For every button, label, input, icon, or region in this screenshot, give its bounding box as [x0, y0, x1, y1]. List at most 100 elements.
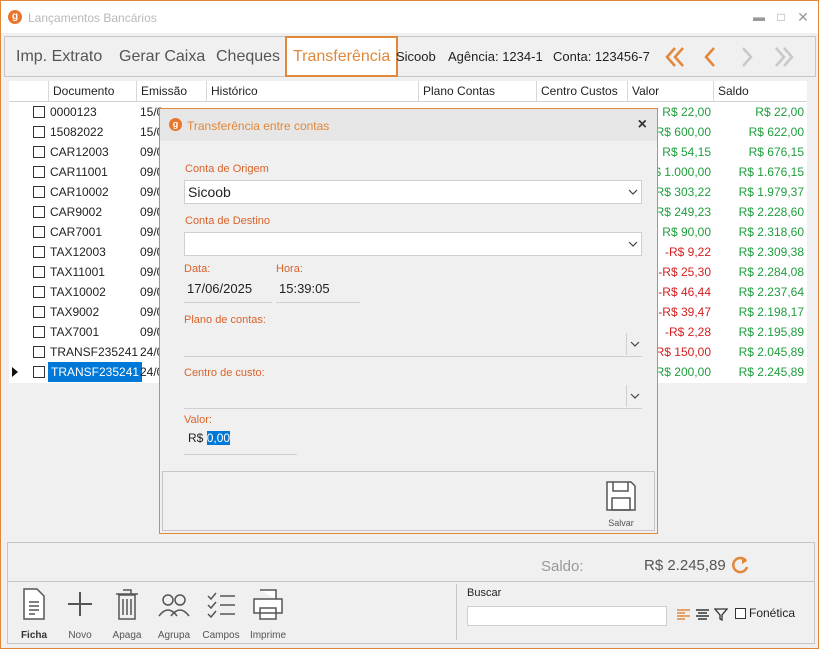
tab-transferencia[interactable]: Transferência [285, 36, 399, 77]
cell-documento: TRANSF235241 [50, 345, 139, 359]
saldo-label: Saldo: [541, 558, 584, 575]
row-checkbox[interactable] [33, 186, 45, 198]
toolbar: Imp. Extrato Gerar Caixa Cheques Transfe… [4, 36, 816, 77]
agrupa-button[interactable]: Agrupa [152, 586, 196, 642]
row-checkbox[interactable] [33, 306, 45, 318]
row-indicator-icon [12, 367, 18, 377]
col-valor[interactable]: Valor [627, 81, 713, 102]
plano-dropdown-button[interactable] [626, 333, 642, 355]
app-logo-icon: g [8, 10, 22, 24]
last-record-icon[interactable] [768, 42, 798, 72]
cell-documento: TAX12003 [50, 245, 106, 259]
row-checkbox[interactable] [33, 226, 45, 238]
align-left-icon[interactable] [676, 608, 691, 622]
cell-documento: TAX7001 [50, 325, 100, 339]
cell-saldo: R$ 676,15 [748, 145, 804, 159]
valor-underline [184, 454, 297, 455]
row-checkbox[interactable] [33, 326, 45, 338]
close-window-button[interactable]: ✕ [793, 7, 813, 27]
col-documento[interactable]: Documento [48, 81, 136, 102]
cell-saldo: R$ 2.309,38 [738, 245, 804, 259]
apaga-button[interactable]: Apaga [105, 586, 149, 642]
centro-label: Centro de custo: [184, 367, 265, 379]
fonetica-label: Fonética [749, 606, 796, 620]
centro-dropdown-button[interactable] [626, 385, 642, 407]
hora-label: Hora: [276, 263, 303, 275]
tab-cheques[interactable]: Cheques [216, 37, 280, 76]
cell-saldo: R$ 2.284,08 [738, 265, 804, 279]
row-checkbox[interactable] [33, 206, 45, 218]
row-checkbox[interactable] [33, 166, 45, 178]
hora-field[interactable]: 15:39:05 [279, 281, 330, 296]
cell-saldo: R$ 2.245,89 [738, 365, 804, 379]
row-checkbox[interactable] [33, 246, 45, 258]
row-checkbox[interactable] [33, 346, 45, 358]
filter-icon[interactable] [714, 607, 728, 622]
trash-icon [116, 589, 138, 620]
document-icon [23, 588, 45, 620]
cell-saldo: R$ 2.195,89 [738, 325, 804, 339]
save-button[interactable]: Salvar [601, 478, 641, 530]
tab-gerar-caixa[interactable]: Gerar Caixa [119, 37, 205, 76]
origem-label: Conta de Origem [185, 163, 269, 175]
cell-saldo: R$ 2.045,89 [738, 345, 804, 359]
chevron-down-icon [628, 241, 638, 247]
col-historico[interactable]: Histórico [206, 81, 418, 102]
destino-select[interactable] [184, 232, 642, 256]
col-plano-contas[interactable]: Plano Contas [418, 81, 536, 102]
row-checkbox[interactable] [33, 126, 45, 138]
previous-record-icon[interactable] [695, 42, 725, 72]
dialog-title-bar: g Transferência entre contas × [160, 109, 657, 141]
fonetica-checkbox[interactable] [735, 608, 746, 619]
refresh-icon[interactable] [729, 554, 751, 576]
data-underline [184, 302, 272, 303]
imprime-button[interactable]: Imprime [246, 586, 290, 642]
first-record-icon[interactable] [661, 42, 691, 72]
cell-saldo: R$ 622,00 [748, 125, 804, 139]
align-center-icon[interactable] [695, 608, 710, 622]
campos-button[interactable]: Campos [199, 586, 243, 642]
chevron-down-icon [628, 189, 638, 195]
col-centro-custos[interactable]: Centro Custos [536, 81, 627, 102]
dialog-logo-icon: g [169, 118, 182, 131]
tab-imp-extrato[interactable]: Imp. Extrato [16, 37, 102, 76]
origem-select[interactable]: Sicoob [184, 180, 642, 204]
ficha-label: Ficha [20, 630, 48, 641]
next-record-icon[interactable] [732, 42, 762, 72]
row-checkbox[interactable] [33, 106, 45, 118]
chevron-down-icon [630, 341, 640, 347]
dialog-title: Transferência entre contas [187, 119, 330, 133]
novo-label: Novo [68, 630, 92, 641]
cell-saldo: R$ 22,00 [755, 105, 804, 119]
summary-panel: Saldo: R$ 2.245,89 [7, 542, 815, 582]
printer-icon [253, 589, 283, 620]
dialog-close-icon[interactable]: × [638, 116, 647, 134]
col-saldo[interactable]: Saldo [713, 81, 807, 102]
row-checkbox[interactable] [33, 146, 45, 158]
cell-documento: CAR11001 [50, 165, 108, 179]
novo-button[interactable]: Novo [58, 586, 102, 642]
cell-documento: TRANSF235241 [48, 362, 143, 382]
plus-icon [68, 592, 92, 616]
row-checkbox[interactable] [33, 266, 45, 278]
cell-saldo: R$ 1.979,37 [738, 185, 804, 199]
row-checkbox[interactable] [33, 286, 45, 298]
centro-select[interactable] [184, 383, 642, 409]
data-label: Data: [184, 263, 211, 275]
valor-value: 0,00 [206, 431, 231, 445]
destino-label: Conta de Destino [185, 215, 270, 227]
maximize-button[interactable]: □ [771, 7, 791, 27]
floppy-disk-icon [606, 481, 636, 511]
save-label: Salvar [608, 518, 634, 528]
buscar-label: Buscar [467, 587, 502, 599]
minimize-button[interactable]: ▬ [749, 7, 769, 27]
campos-label: Campos [202, 630, 240, 641]
plano-select[interactable] [184, 331, 642, 357]
col-emissao[interactable]: Emissão [136, 81, 206, 102]
data-field[interactable]: 17/06/2025 [187, 281, 252, 296]
cell-documento: TAX9002 [50, 305, 100, 319]
row-checkbox[interactable] [33, 366, 45, 378]
valor-field[interactable]: R$ 0,00 [188, 431, 231, 445]
search-input[interactable] [467, 606, 667, 626]
ficha-button[interactable]: Ficha [12, 586, 56, 642]
